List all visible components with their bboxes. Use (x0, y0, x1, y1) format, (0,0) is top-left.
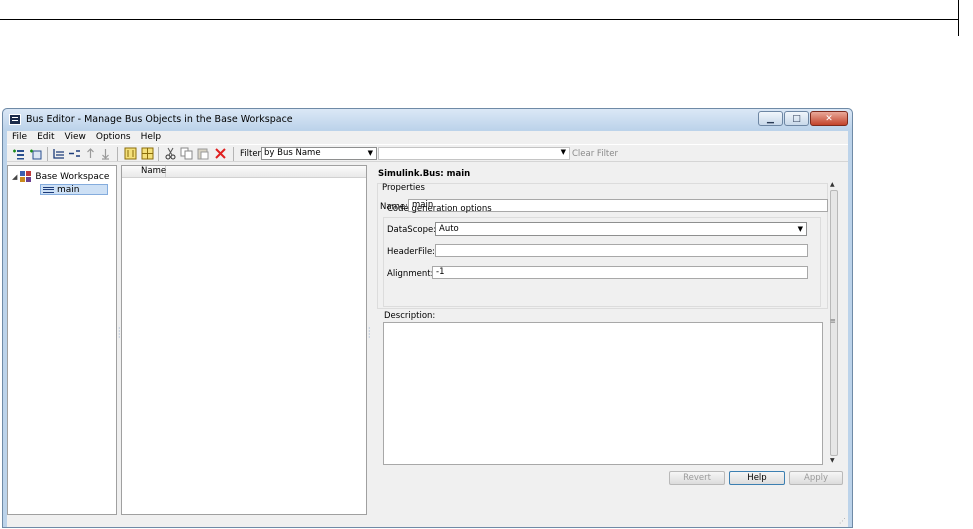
properties-label: Properties (382, 183, 425, 193)
expand-triangle-icon[interactable]: ◢ (12, 173, 17, 181)
tree-node-label: Base Workspace (35, 171, 110, 182)
document-header-tick (958, 0, 959, 36)
filter-mode-select[interactable]: by Bus Name ▼ (261, 147, 377, 160)
datascope-select[interactable]: Auto ▼ (435, 222, 807, 236)
toolbar-separator (117, 147, 118, 161)
window-title: Bus Editor - Manage Bus Objects in the B… (26, 114, 293, 125)
move-down-icon[interactable] (99, 147, 112, 160)
description-label: Description: (384, 311, 436, 321)
revert-button[interactable]: Revert (669, 471, 725, 485)
expand-icon[interactable] (68, 147, 81, 160)
column-header-name[interactable]: Name (122, 166, 166, 177)
menu-view[interactable]: View (60, 131, 91, 143)
document-header-rule (0, 19, 958, 20)
menu-file[interactable]: File (7, 131, 32, 143)
list-header: Name (122, 166, 366, 178)
apply-button[interactable]: Apply (789, 471, 843, 485)
minimize-button[interactable]: ▁ (758, 111, 783, 126)
workspace-tree-panel: ◢ Base Workspace main (7, 165, 117, 515)
headerfile-field[interactable] (435, 244, 808, 257)
alignment-field[interactable]: -1 (432, 266, 808, 279)
tree-node-main[interactable]: main (40, 184, 108, 195)
move-up-icon[interactable] (84, 147, 97, 160)
scroll-grip-icon: ≡ (830, 317, 836, 325)
resize-grip-icon[interactable]: ⋰ (839, 517, 846, 525)
menu-help[interactable]: Help (136, 131, 167, 143)
cut-icon[interactable] (164, 147, 177, 160)
headerfile-label: HeaderFile: (387, 247, 436, 257)
code-generation-label: Code generation options (387, 204, 492, 214)
bus-object-icon (43, 186, 54, 193)
filter-mode-value: by Bus Name (264, 148, 321, 158)
tree-node-label: main (57, 184, 80, 195)
bus-editor-window: Bus Editor - Manage Bus Objects in the B… (2, 108, 853, 528)
insert-icon[interactable] (52, 147, 65, 160)
scroll-up-icon[interactable]: ▲ (830, 181, 835, 188)
datascope-value: Auto (439, 224, 459, 234)
bus-editor-app-icon (9, 114, 21, 125)
menu-bar: File Edit View Options Help (7, 131, 848, 143)
clear-filter-link[interactable]: Clear Filter (572, 149, 618, 159)
chevron-down-icon: ▼ (560, 148, 566, 156)
bus-details-panel: Simulink.Bus: main Properties Name: main… (371, 165, 846, 515)
maximize-button[interactable]: □ (784, 111, 809, 126)
window-client-area: File Edit View Options Help Filter: by B… (7, 131, 848, 527)
toolbar-separator (47, 147, 48, 161)
paste-icon[interactable] (196, 147, 209, 160)
tree-node-base-workspace[interactable]: ◢ Base Workspace (12, 171, 109, 182)
details-title: Simulink.Bus: main (378, 169, 471, 179)
menu-edit[interactable]: Edit (32, 131, 59, 143)
scroll-down-icon[interactable]: ▼ (830, 457, 835, 464)
browser-icon[interactable] (124, 147, 137, 160)
menu-options[interactable]: Options (91, 131, 136, 143)
chevron-down-icon: ▼ (367, 149, 373, 157)
details-scrollbar[interactable]: ▲ ≡ ▼ (829, 181, 839, 465)
toolbar-separator (233, 147, 234, 161)
title-bar[interactable]: Bus Editor - Manage Bus Objects in the B… (3, 109, 852, 130)
element-list-panel: Name (121, 165, 367, 515)
add-bus-icon[interactable] (12, 147, 25, 160)
grid-icon[interactable] (141, 147, 154, 160)
filter-text-combo[interactable]: ▼ (378, 147, 570, 160)
datascope-label: DataScope: (387, 225, 437, 235)
add-element-icon[interactable] (29, 147, 42, 160)
help-button[interactable]: Help (729, 471, 785, 485)
code-generation-group: Code generation options DataScope: Auto … (383, 204, 821, 307)
workspace-icon (20, 171, 32, 182)
delete-icon[interactable] (214, 147, 227, 160)
alignment-label: Alignment: (387, 269, 434, 279)
toolbar: Filter: by Bus Name ▼ ▼ Clear Filter (7, 144, 848, 162)
description-textarea[interactable] (383, 322, 823, 465)
copy-icon[interactable] (180, 147, 193, 160)
close-button[interactable]: ✕ (810, 111, 848, 126)
toolbar-separator (158, 147, 159, 161)
chevron-down-icon: ▼ (797, 225, 803, 233)
